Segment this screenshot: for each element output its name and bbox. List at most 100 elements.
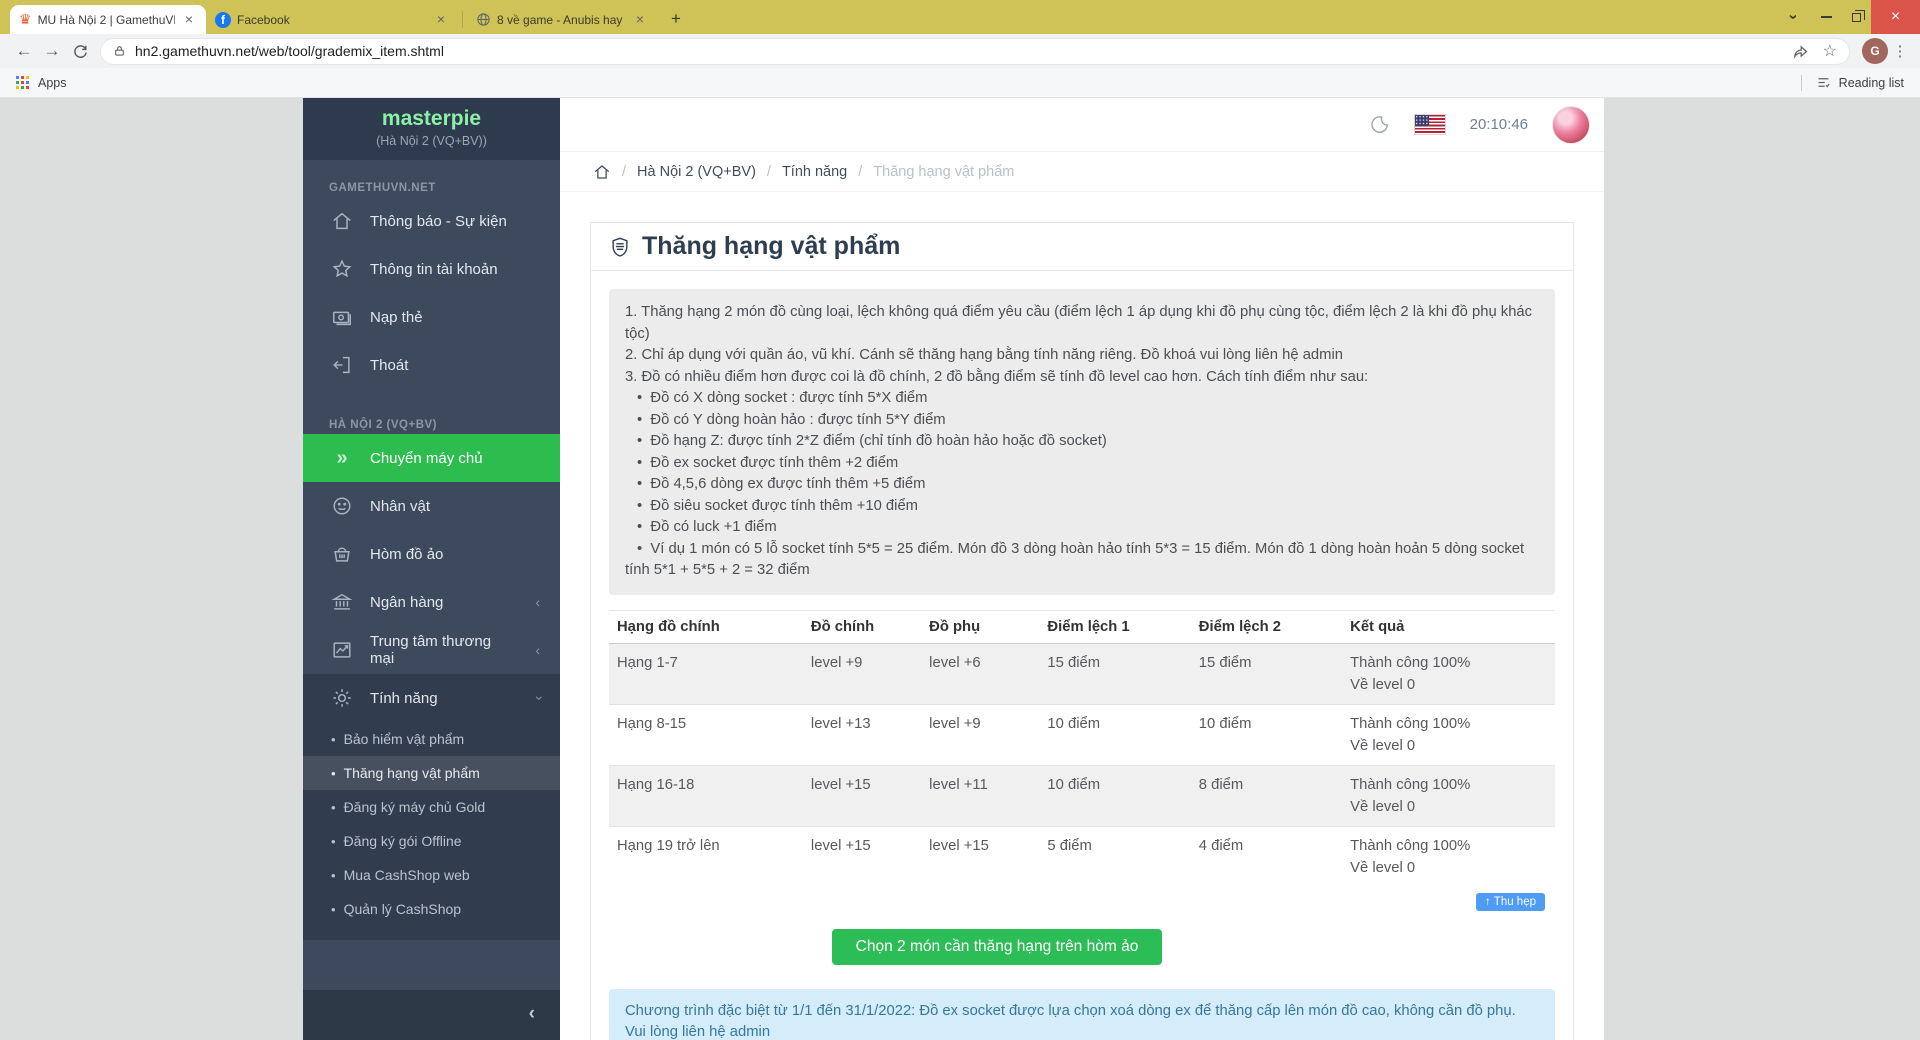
collapse-button[interactable]: ↑ Thu hẹp bbox=[1476, 893, 1545, 911]
rule-bullet-text: Đồ có luck +1 điểm bbox=[650, 519, 776, 535]
cell-diff1: 15 điểm bbox=[1039, 643, 1190, 704]
col-header: Đồ phụ bbox=[921, 610, 1039, 643]
notice-box: Chương trình đặc biệt từ 1/1 đến 31/1/20… bbox=[609, 989, 1555, 1040]
sidebar-subitem-bao-hiem-vat-pham[interactable]: • Bảo hiểm vật phẩm bbox=[303, 722, 560, 756]
new-tab-button[interactable]: + bbox=[663, 6, 689, 32]
content-card: Thăng hạng vật phẩm 1. Thăng hạng 2 món … bbox=[590, 222, 1574, 1040]
username: masterpie bbox=[303, 107, 560, 131]
choose-items-button[interactable]: Chọn 2 món cần thăng hạng trên hòm ảo bbox=[832, 929, 1163, 965]
bullet-icon: • bbox=[331, 800, 336, 815]
sidebar-item-trung-tam-thuong-mai[interactable]: Trung tâm thương mại ‹ bbox=[303, 626, 560, 674]
rule-bullet-text: Đồ có X dòng socket : được tính 5*X điểm bbox=[650, 390, 927, 406]
rule-bullet-text: Ví dụ 1 món có 5 lỗ socket tính 5*5 = 25… bbox=[625, 541, 1524, 579]
rule-bullet: • Đồ siêu socket được tính thêm +10 điểm bbox=[625, 496, 1539, 518]
sidebar-item-thong-bao[interactable]: Thông báo - Sự kiện bbox=[303, 197, 560, 245]
share-button[interactable] bbox=[1792, 43, 1809, 60]
tab-title: 8 về game - Anubis hay Huyết Th bbox=[497, 13, 626, 27]
sidebar-section-label: GAMETHUVN.NET bbox=[303, 160, 560, 197]
breadcrumb-link-server[interactable]: Hà Nội 2 (VQ+BV) bbox=[637, 164, 756, 180]
lock-icon bbox=[113, 44, 126, 58]
cell-result: Thành công 100%Về level 0 bbox=[1342, 765, 1555, 826]
close-tab-icon[interactable]: × bbox=[433, 12, 449, 28]
bookmark-star-icon[interactable]: ☆ bbox=[1823, 41, 1837, 61]
restore-button[interactable] bbox=[1841, 0, 1871, 34]
sidebar-item-thoat[interactable]: Thoát bbox=[303, 341, 560, 389]
sidebar-item-ngan-hang[interactable]: Ngân hàng ‹ bbox=[303, 578, 560, 626]
rule-bullet-text: Đồ 4,5,6 dòng ex được tính thêm +5 điểm bbox=[650, 476, 925, 492]
close-tab-icon[interactable]: × bbox=[632, 12, 648, 28]
breadcrumb-link-tinh-nang[interactable]: Tính năng bbox=[782, 164, 847, 180]
gear-icon bbox=[331, 687, 353, 709]
reading-list-button[interactable]: Reading list bbox=[1839, 76, 1904, 90]
browser-toolbar: ← → hn2.gamethuvn.net/web/tool/grademix_… bbox=[0, 34, 1920, 68]
rule-bullet-text: Đồ siêu socket được tính thêm +10 điểm bbox=[650, 498, 918, 514]
address-bar[interactable]: hn2.gamethuvn.net/web/tool/grademix_item… bbox=[100, 38, 1850, 65]
result-fail: Về level 0 bbox=[1350, 674, 1547, 696]
dark-mode-moon-icon[interactable] bbox=[1369, 114, 1390, 135]
cell-main: level +13 bbox=[803, 704, 921, 765]
sidebar-subitem-thang-hang-vat-pham[interactable]: • Thăng hạng vật phẩm bbox=[303, 756, 560, 790]
close-icon: × bbox=[1891, 8, 1900, 26]
user-avatar[interactable] bbox=[1552, 106, 1590, 144]
forward-button[interactable]: → bbox=[38, 41, 66, 61]
tab-mu-hanoi[interactable]: ♛ MU Hà Nội 2 | GamethuVN.net - × bbox=[10, 5, 206, 34]
card-body: 1. Thăng hạng 2 món đồ cùng loại, lệch k… bbox=[591, 271, 1573, 1040]
sidebar-subitem-quan-ly-cashshop[interactable]: • Quản lý CashShop bbox=[303, 892, 560, 926]
home-icon bbox=[331, 210, 353, 232]
avatar-letter: G bbox=[1870, 44, 1879, 58]
cell-rank: Hạng 19 trở lên bbox=[609, 826, 803, 887]
bullet-icon: • bbox=[637, 498, 642, 514]
sidebar-subitem-label: Bảo hiểm vật phẩm bbox=[344, 731, 465, 747]
sidebar-subitem-label: Mua CashShop web bbox=[344, 867, 470, 883]
cell-diff2: 10 điểm bbox=[1191, 704, 1342, 765]
sidebar-item-nhan-vat[interactable]: Nhân vật bbox=[303, 482, 560, 530]
collapse-row: ↑ Thu hẹp bbox=[609, 893, 1545, 911]
cell-diff1: 10 điểm bbox=[1039, 704, 1190, 765]
globe-favicon-icon bbox=[476, 12, 491, 27]
sidebar-subitem-dang-ky-goi-offline[interactable]: • Đăng ký gói Offline bbox=[303, 824, 560, 858]
web-page: masterpie (Hà Nội 2 (VQ+BV)) GAMETHUVN.N… bbox=[0, 98, 1920, 1040]
reload-button[interactable] bbox=[66, 43, 94, 60]
notice-line: Chương trình đặc biệt từ 1/1 đến 31/1/20… bbox=[625, 1001, 1539, 1040]
minimize-button[interactable] bbox=[1811, 0, 1841, 34]
apps-shortcut[interactable]: Apps bbox=[38, 76, 67, 90]
browser-menu-button[interactable]: ⋮ bbox=[1888, 42, 1912, 60]
sidebar-collapse-button[interactable]: ‹ bbox=[529, 1003, 535, 1025]
sidebar-item-label: Trung tâm thương mại bbox=[370, 633, 518, 667]
breadcrumb-home-icon[interactable] bbox=[593, 163, 611, 181]
back-button[interactable]: ← bbox=[10, 41, 38, 61]
cell-sub: level +15 bbox=[921, 826, 1039, 887]
cell-result: Thành công 100%Về level 0 bbox=[1342, 704, 1555, 765]
cell-rank: Hạng 8-15 bbox=[609, 704, 803, 765]
us-flag-icon[interactable] bbox=[1414, 114, 1446, 135]
sidebar-item-tinh-nang[interactable]: Tính năng ‹ bbox=[303, 674, 560, 722]
tab-title: MU Hà Nội 2 | GamethuVN.net - bbox=[38, 13, 175, 27]
rule-line: 2. Chỉ áp dụng với quần áo, vũ khí. Cánh… bbox=[625, 345, 1539, 367]
close-tab-icon[interactable]: × bbox=[181, 12, 197, 28]
sidebar-subitem-dang-ky-may-chu-gold[interactable]: • Đăng ký máy chủ Gold bbox=[303, 790, 560, 824]
sidebar-item-nap-the[interactable]: Nạp thẻ bbox=[303, 293, 560, 341]
bullet-icon: • bbox=[331, 834, 336, 849]
sidebar-item-thong-tin-tai-khoan[interactable]: Thông tin tài khoản bbox=[303, 245, 560, 293]
smiley-icon bbox=[331, 495, 353, 517]
table-row: Hạng 16-18 level +15 level +11 10 điểm 8… bbox=[609, 765, 1555, 826]
close-window-button[interactable]: × bbox=[1871, 0, 1920, 34]
result-fail: Về level 0 bbox=[1350, 796, 1547, 818]
sidebar-item-hom-do-ao[interactable]: Hòm đồ ảo bbox=[303, 530, 560, 578]
bullet-icon: • bbox=[637, 476, 642, 492]
tab-8-ve-game[interactable]: 8 về game - Anubis hay Huyết Th × bbox=[467, 5, 657, 34]
reload-icon bbox=[72, 43, 89, 60]
star-icon bbox=[331, 258, 353, 280]
chart-icon bbox=[331, 639, 353, 661]
reading-list-icon bbox=[1816, 75, 1831, 90]
sidebar-subitem-mua-cashshop-web[interactable]: • Mua CashShop web bbox=[303, 858, 560, 892]
sidebar-item-label: Chuyển máy chủ bbox=[370, 450, 483, 467]
browser-profile-avatar[interactable]: G bbox=[1862, 38, 1888, 64]
tab-search-chevron-icon[interactable]: ‹ bbox=[1784, 0, 1802, 35]
sidebar-item-chuyen-may-chu[interactable]: » Chuyển máy chủ bbox=[303, 434, 560, 482]
rule-line: 1. Thăng hạng 2 món đồ cùng loại, lệch k… bbox=[625, 302, 1539, 345]
url-text[interactable]: hn2.gamethuvn.net/web/tool/grademix_item… bbox=[135, 43, 1778, 59]
tab-facebook[interactable]: f Facebook × bbox=[206, 5, 458, 34]
sidebar-section-label: HÀ NỘI 2 (VQ+BV) bbox=[303, 389, 560, 434]
rule-bullet: • Đồ 4,5,6 dòng ex được tính thêm +5 điể… bbox=[625, 474, 1539, 496]
